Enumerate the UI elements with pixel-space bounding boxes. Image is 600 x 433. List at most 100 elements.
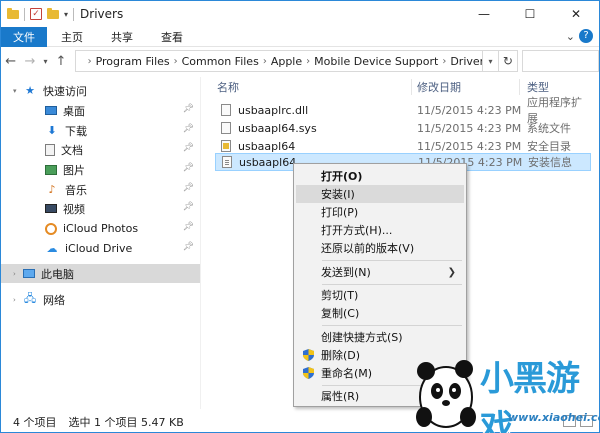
nav-item-videos[interactable]: 视频 📌︎ <box>1 199 200 218</box>
nav-item-downloads[interactable]: ⬇ 下载 📌︎ <box>1 121 200 140</box>
catalog-file-icon <box>221 140 231 152</box>
file-date: 11/5/2015 4:23 PM <box>417 121 522 135</box>
file-row[interactable]: usbaapl64.sys 11/5/2015 4:23 PM 系统文件 <box>215 119 591 137</box>
nav-item-pictures[interactable]: 图片 📌︎ <box>1 160 200 179</box>
breadcrumb-separator-icon[interactable]: › <box>174 56 178 67</box>
breadcrumb-separator-icon[interactable]: › <box>306 56 310 67</box>
breadcrumb-item[interactable]: Drivers <box>450 55 481 68</box>
menu-item-install[interactable]: 安装(I) <box>296 185 464 203</box>
menu-item-cut[interactable]: 剪切(T) <box>296 286 464 304</box>
file-name: usbaapl64 <box>238 139 296 153</box>
watermark-logo: 小黑游戏 www.xiaohei.com <box>410 345 600 433</box>
close-button[interactable]: ✕ <box>553 1 599 27</box>
minimize-button[interactable]: — <box>461 1 507 27</box>
document-icon <box>45 143 55 156</box>
menu-item-create-shortcut[interactable]: 创建快捷方式(S) <box>296 328 464 346</box>
breadcrumb-item[interactable]: Apple <box>271 55 302 68</box>
nav-quick-access[interactable]: ▾ ★ 快速访问 <box>1 81 200 100</box>
pin-icon[interactable]: 📌︎ <box>183 104 194 114</box>
expand-ribbon-chevron-icon[interactable]: ⌄ <box>566 30 575 43</box>
tab-home[interactable]: 主页 <box>47 27 97 47</box>
menu-item-restore-versions[interactable]: 还原以前的版本(V) <box>296 239 464 257</box>
menu-label: 安装(I) <box>321 188 355 201</box>
breadcrumb-separator-icon[interactable]: › <box>88 56 92 67</box>
menu-label: 复制(C) <box>321 307 360 320</box>
nav-item-documents[interactable]: 文档 📌︎ <box>1 140 200 159</box>
column-divider[interactable] <box>411 79 412 95</box>
pin-icon[interactable]: 📌︎ <box>183 242 194 252</box>
expand-chevron-icon[interactable]: › <box>13 296 23 304</box>
navigation-pane: ▾ ★ 快速访问 桌面 📌︎ ⬇ 下载 📌︎ 文档 📌︎ 图片 📌︎ ♪ 音乐 … <box>1 77 201 409</box>
uac-shield-icon <box>303 349 314 361</box>
quick-access-toolbar: ✓ ▾ <box>1 7 75 21</box>
tab-share[interactable]: 共享 <box>97 27 147 47</box>
pin-icon[interactable]: 📌︎ <box>183 163 194 173</box>
search-input[interactable] <box>521 50 599 72</box>
file-date: 11/5/2015 4:23 PM <box>417 139 522 153</box>
expand-chevron-icon[interactable]: › <box>13 270 23 278</box>
menu-label: 创建快捷方式(S) <box>321 331 403 344</box>
nav-this-pc[interactable]: › 此电脑 <box>1 264 200 283</box>
sys-file-icon <box>221 122 231 134</box>
pin-icon[interactable]: 📌︎ <box>183 222 194 232</box>
pin-icon[interactable]: 📌︎ <box>183 143 194 153</box>
column-header-date[interactable]: 修改日期 <box>417 77 461 97</box>
ribbon-tabs: 文件 主页 共享 查看 ⌄ ? <box>1 26 599 47</box>
nav-label: 音乐 <box>65 183 87 197</box>
menu-item-print[interactable]: 打印(P) <box>296 203 464 221</box>
folder-icon <box>7 7 19 19</box>
customize-toolbar-chevron-icon[interactable]: ▾ <box>64 10 68 19</box>
nav-label: iCloud Drive <box>65 242 133 255</box>
forward-button[interactable]: → <box>20 50 39 72</box>
help-icon[interactable]: ? <box>579 29 593 43</box>
selection-info: 选中 1 个项目 5.47 KB <box>68 415 184 429</box>
menu-label: 打开方式(H)... <box>321 224 393 237</box>
network-icon: 🖧︎ <box>23 292 37 305</box>
collapse-chevron-icon[interactable]: ▾ <box>13 87 23 95</box>
maximize-button[interactable]: ☐ <box>507 1 553 27</box>
nav-label: 视频 <box>63 202 85 216</box>
nav-label: 文档 <box>61 143 83 157</box>
recent-locations-chevron-icon[interactable]: ▾ <box>40 50 52 72</box>
breadcrumb-item[interactable]: Common Files <box>182 55 259 68</box>
menu-item-open-with[interactable]: 打开方式(H)... <box>296 221 464 239</box>
pin-icon[interactable]: 📌︎ <box>183 183 194 193</box>
new-folder-icon[interactable] <box>47 7 59 19</box>
nav-item-icloud-drive[interactable]: ☁ iCloud Drive 📌︎ <box>1 239 200 258</box>
address-bar[interactable]: › Program Files › Common Files › Apple ›… <box>74 50 483 72</box>
file-type: 安装信息 <box>528 156 572 169</box>
menu-label: 剪切(T) <box>321 289 359 302</box>
desktop-icon <box>45 106 57 115</box>
menu-divider <box>322 325 462 326</box>
refresh-icon[interactable]: ↻ <box>498 50 518 72</box>
column-header-name[interactable]: 名称 <box>217 77 239 97</box>
pin-icon[interactable]: 📌︎ <box>183 202 194 212</box>
nav-label: 快速访问 <box>43 84 87 98</box>
breadcrumb-item[interactable]: Program Files <box>96 55 170 68</box>
up-button[interactable]: ↑ <box>51 50 70 72</box>
tab-view[interactable]: 查看 <box>147 27 197 47</box>
properties-icon[interactable]: ✓ <box>30 8 42 20</box>
item-count: 4 个项目 <box>13 415 57 429</box>
menu-item-copy[interactable]: 复制(C) <box>296 304 464 322</box>
menu-label: 发送到(N) <box>321 266 371 279</box>
nav-label: 网络 <box>43 293 65 307</box>
nav-item-music[interactable]: ♪ 音乐 📌︎ <box>1 180 200 199</box>
menu-item-send-to[interactable]: 发送到(N) ❯ <box>296 263 464 281</box>
pin-icon[interactable]: 📌︎ <box>183 124 194 134</box>
breadcrumb-item[interactable]: Mobile Device Support <box>314 55 438 68</box>
nav-item-icloud-photos[interactable]: iCloud Photos 📌︎ <box>1 219 200 238</box>
submenu-chevron-icon: ❯ <box>447 266 456 278</box>
music-icon: ♪ <box>48 183 56 196</box>
breadcrumb-separator-icon[interactable]: › <box>442 56 446 67</box>
tab-file[interactable]: 文件 <box>1 26 47 47</box>
back-button[interactable]: ← <box>1 50 20 72</box>
file-row[interactable]: usbaaplrc.dll 11/5/2015 4:23 PM 应用程序扩展 <box>215 96 591 125</box>
menu-item-open[interactable]: 打开(O) <box>296 167 464 185</box>
nav-label: 下载 <box>65 124 87 138</box>
address-history-chevron-icon[interactable]: ▾ <box>482 50 499 72</box>
nav-item-desktop[interactable]: 桌面 📌︎ <box>1 101 200 120</box>
column-divider[interactable] <box>519 79 520 95</box>
nav-network[interactable]: › 🖧︎ 网络 <box>1 290 200 309</box>
breadcrumb-separator-icon[interactable]: › <box>263 56 267 67</box>
